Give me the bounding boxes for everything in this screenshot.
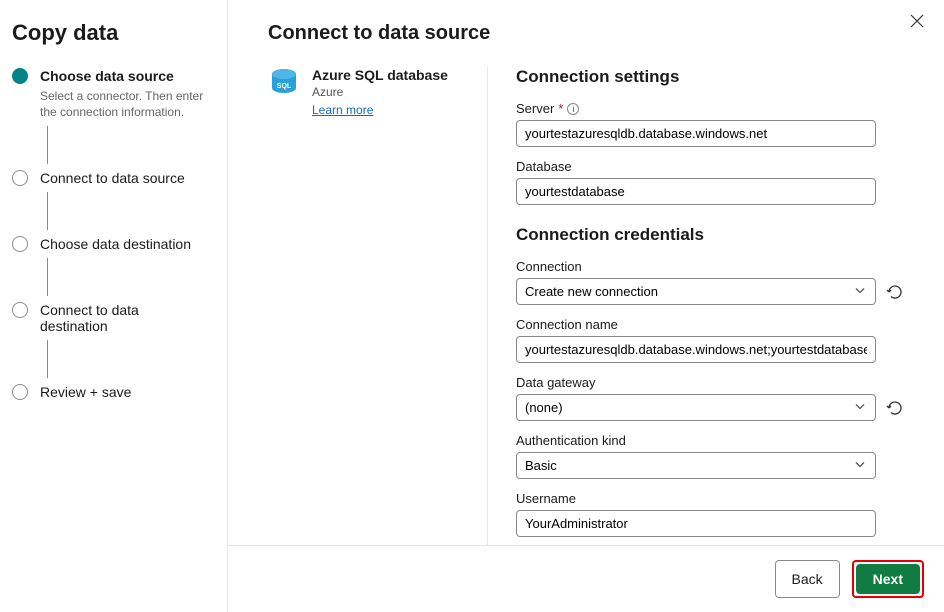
- step-desc: Select a connector. Then enter the conne…: [40, 88, 205, 120]
- auth-kind-label: Authentication kind: [516, 433, 626, 448]
- back-button[interactable]: Back: [775, 560, 840, 598]
- section-connection-credentials: Connection credentials: [516, 225, 904, 245]
- next-button-highlight: Next: [852, 560, 924, 598]
- database-input[interactable]: [516, 178, 876, 205]
- step-review-save[interactable]: Review + save: [12, 384, 205, 400]
- section-connection-settings: Connection settings: [516, 67, 904, 87]
- step-connect-data-source[interactable]: Connect to data source: [12, 170, 205, 230]
- refresh-gateway-button[interactable]: [886, 399, 904, 417]
- step-bullet-icon: [12, 236, 28, 252]
- step-connect-data-destination[interactable]: Connect to data destination: [12, 302, 205, 378]
- step-connector-icon: [47, 258, 48, 296]
- next-button[interactable]: Next: [856, 564, 920, 594]
- main-panel: Connect to data source SQL: [228, 0, 944, 612]
- gateway-label: Data gateway: [516, 375, 596, 390]
- refresh-connection-button[interactable]: [886, 283, 904, 301]
- database-label: Database: [516, 159, 572, 174]
- connection-form: Connection settings Server * i Database …: [488, 67, 904, 545]
- step-connector-icon: [47, 126, 48, 164]
- page-title: Connect to data source: [268, 22, 904, 45]
- server-input[interactable]: [516, 120, 876, 147]
- server-label: Server: [516, 101, 554, 116]
- step-bullet-icon: [12, 302, 28, 318]
- step-connector-icon: [47, 340, 48, 378]
- step-bullet-icon: [12, 170, 28, 186]
- gateway-select[interactable]: [516, 394, 876, 421]
- wizard-sidebar: Copy data Choose data source Select a co…: [0, 0, 228, 612]
- auth-kind-select[interactable]: [516, 452, 876, 479]
- step-title: Choose data source: [40, 68, 174, 84]
- info-icon[interactable]: i: [567, 103, 579, 115]
- data-source-name: Azure SQL database: [312, 67, 448, 83]
- svg-text:SQL: SQL: [277, 83, 292, 90]
- wizard-footer: Back Next: [228, 545, 944, 612]
- learn-more-link[interactable]: Learn more: [312, 103, 373, 117]
- step-choose-data-source[interactable]: Choose data source Select a connector. T…: [12, 68, 205, 164]
- step-title: Connect to data source: [40, 170, 185, 186]
- wizard-title: Copy data: [12, 20, 205, 46]
- connection-name-label: Connection name: [516, 317, 618, 332]
- refresh-icon: [886, 399, 904, 417]
- step-title: Choose data destination: [40, 236, 191, 252]
- step-title: Review + save: [40, 384, 131, 400]
- username-input[interactable]: [516, 510, 876, 537]
- username-label: Username: [516, 491, 576, 506]
- step-bullet-icon: [12, 68, 28, 84]
- step-bullet-icon: [12, 384, 28, 400]
- close-icon: [910, 14, 924, 28]
- connection-label: Connection: [516, 259, 582, 274]
- step-title: Connect to data destination: [40, 302, 205, 334]
- wizard-steps: Choose data source Select a connector. T…: [12, 68, 205, 400]
- data-source-summary: SQL Azure SQL database Azure Learn more: [268, 67, 488, 545]
- close-button[interactable]: [910, 14, 924, 33]
- connection-select[interactable]: [516, 278, 876, 305]
- azure-sql-icon: SQL: [268, 67, 300, 99]
- data-source-provider: Azure: [312, 85, 448, 99]
- step-connector-icon: [47, 192, 48, 230]
- refresh-icon: [886, 283, 904, 301]
- step-choose-data-destination[interactable]: Choose data destination: [12, 236, 205, 296]
- connection-name-input[interactable]: [516, 336, 876, 363]
- required-indicator: *: [558, 101, 563, 116]
